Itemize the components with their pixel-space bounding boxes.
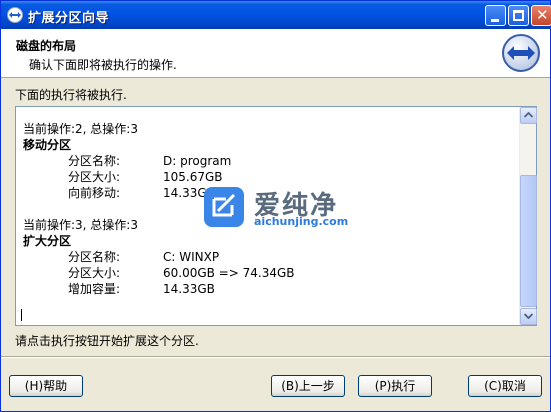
row-value: 14.33GB xyxy=(163,282,215,296)
watermark-logo-icon xyxy=(204,187,244,227)
minimize-icon xyxy=(491,19,499,22)
help-button[interactable]: (H)帮助 xyxy=(9,375,83,397)
scroll-down-button[interactable] xyxy=(520,308,537,325)
operation-heading: 移动分区 xyxy=(23,138,72,152)
title-bar[interactable]: 扩展分区向导 ✕ xyxy=(1,1,551,29)
row-value: 60.00GB => 74.34GB xyxy=(163,266,295,280)
operation-row: 分区名称: C: WINXP xyxy=(23,249,515,265)
close-icon: ✕ xyxy=(536,6,549,24)
row-label: 分区名称: xyxy=(68,250,121,264)
row-value: C: WINXP xyxy=(163,250,220,264)
chevron-down-icon xyxy=(524,313,533,319)
back-button[interactable]: (B)上一步 xyxy=(271,375,345,397)
operation-heading: 扩大分区 xyxy=(23,234,72,248)
scroll-up-button[interactable] xyxy=(520,107,537,124)
header-subtitle: 确认下面即将被执行的操作. xyxy=(29,58,177,72)
operation-row: 增加容量: 14.33GB xyxy=(23,281,515,297)
divider xyxy=(1,356,550,358)
operation-row: 分区名称: D: program xyxy=(23,153,515,169)
maximize-button[interactable] xyxy=(508,5,529,26)
watermark: 爱纯净 aichunjing.com xyxy=(204,187,364,231)
app-icon xyxy=(7,7,23,23)
chevron-up-icon xyxy=(524,112,533,118)
text-cursor xyxy=(21,309,22,321)
resize-arrows-icon xyxy=(502,34,540,72)
wizard-window: 扩展分区向导 ✕ 磁盘的布局 确认下面即将被执行的操作. 下面的执行将被执行. … xyxy=(0,0,551,412)
row-label: 分区名称: xyxy=(68,154,121,168)
row-value: D: program xyxy=(163,154,232,168)
operation-row: 分区大小: 60.00GB => 74.34GB xyxy=(23,265,515,281)
row-label: 增加容量: xyxy=(68,282,121,296)
row-value: 105.67GB xyxy=(163,170,223,184)
intro-text: 下面的执行将被执行. xyxy=(15,88,127,102)
minimize-button[interactable] xyxy=(485,5,506,26)
scroll-thumb[interactable] xyxy=(520,175,537,307)
wizard-header: 磁盘的布局 确认下面即将被执行的操作. xyxy=(1,29,550,78)
operation-row: 分区大小: 105.67GB xyxy=(23,169,515,185)
watermark-url: aichunjing.com xyxy=(254,215,349,228)
vertical-scrollbar[interactable] xyxy=(519,107,537,325)
execute-button[interactable]: (P)执行 xyxy=(358,375,432,397)
row-label: 分区大小: xyxy=(68,170,121,184)
hint-text: 请点击执行按钮开始扩展这个分区. xyxy=(15,334,199,348)
row-label: 向前移动: xyxy=(68,186,121,200)
window-title: 扩展分区向导 xyxy=(28,11,110,26)
row-label: 分区大小: xyxy=(68,266,121,280)
operation-progress: 当前操作:2, 总操作:3 xyxy=(23,122,138,136)
maximize-icon xyxy=(513,10,524,21)
header-title: 磁盘的布局 xyxy=(16,39,77,53)
close-button[interactable]: ✕ xyxy=(531,5,551,26)
cancel-button[interactable]: (C)取消 xyxy=(468,375,542,397)
